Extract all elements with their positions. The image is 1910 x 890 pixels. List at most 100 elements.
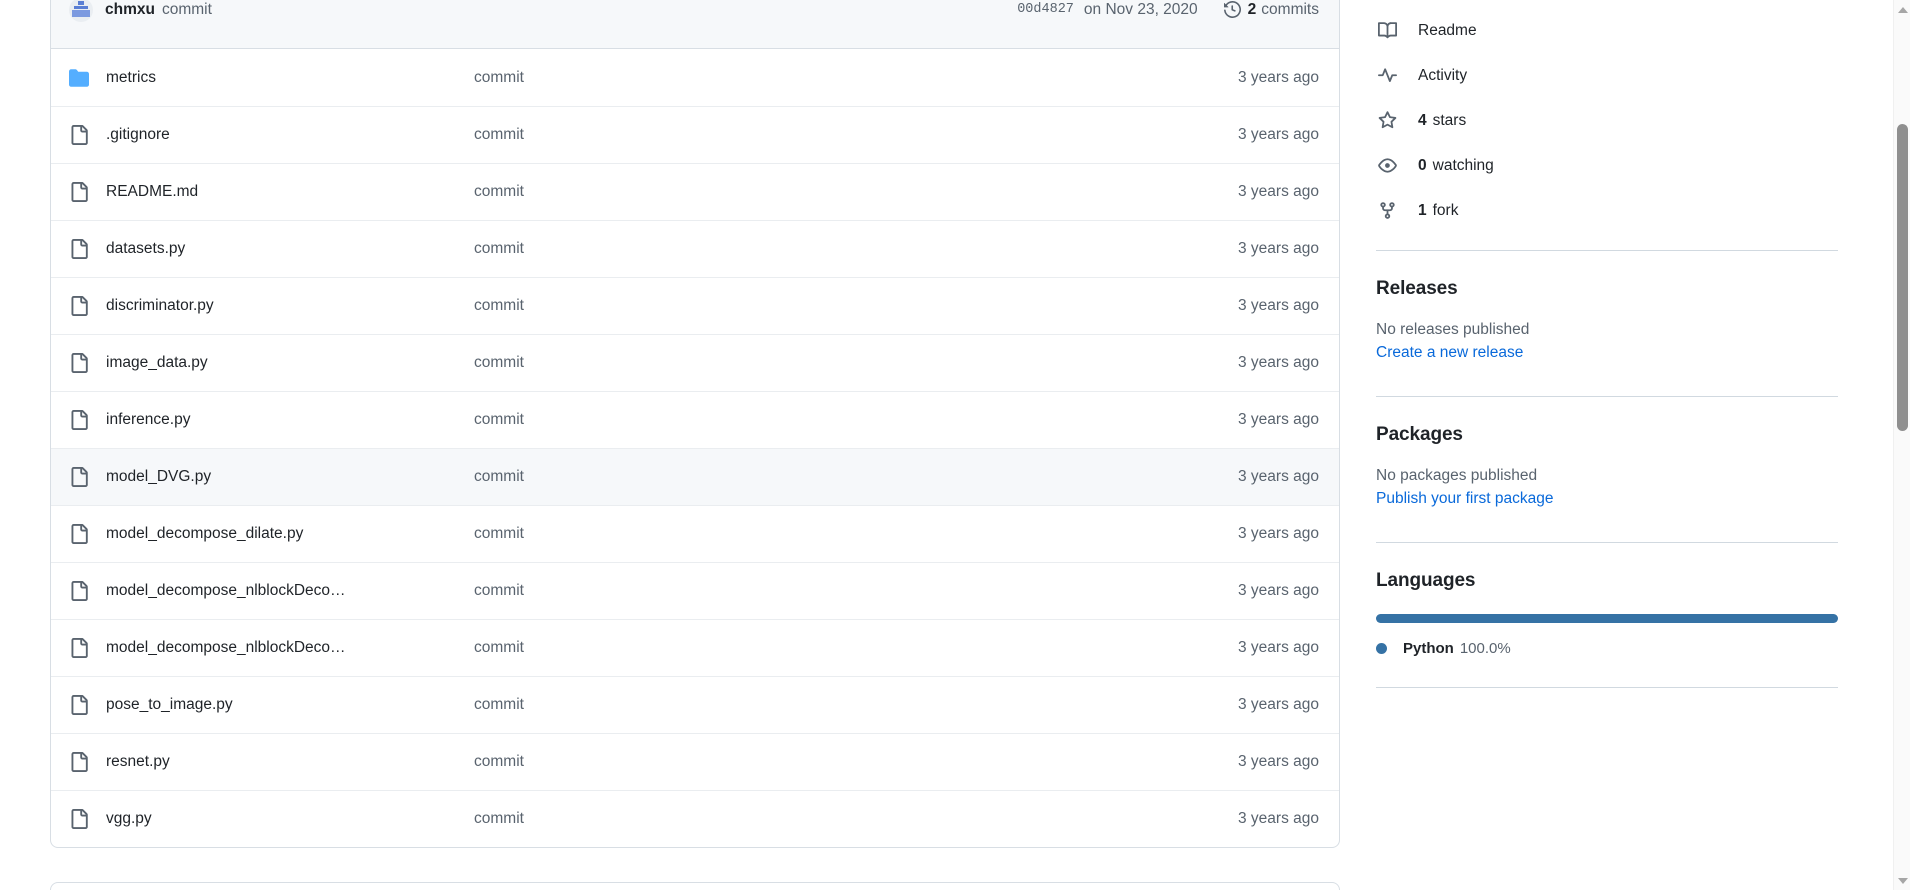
file-name-link[interactable]: inference.py (106, 411, 474, 429)
file-icon (69, 125, 89, 145)
sidebar-link-watching[interactable]: 0 watching (1376, 143, 1838, 188)
avatar[interactable] (69, 0, 93, 22)
file-name-link[interactable]: image_data.py (106, 354, 474, 372)
file-name-link[interactable]: model_decompose_nlblockDeco… (106, 639, 474, 657)
table-row[interactable]: resnet.py commit 3 years ago (51, 733, 1339, 790)
history-icon (1223, 1, 1241, 18)
sidebar-link-readme[interactable]: Readme (1376, 8, 1838, 53)
row-commit-message[interactable]: commit (474, 354, 1222, 372)
file-name-link[interactable]: model_decompose_nlblockDeco… (106, 582, 474, 600)
file-name-link[interactable]: datasets.py (106, 240, 474, 258)
sidebar-link-activity[interactable]: Activity (1376, 53, 1838, 98)
table-row[interactable]: datasets.py commit 3 years ago (51, 220, 1339, 277)
file-icon (69, 410, 89, 430)
row-commit-age: 3 years ago (1238, 753, 1319, 770)
row-commit-message[interactable]: commit (474, 468, 1222, 486)
file-icon (69, 467, 89, 487)
sidebar-links: Readme Activity 4 stars 0 watching 1 fork (1376, 0, 1838, 233)
language-color-dot (1376, 643, 1387, 654)
commit-meta: 00d4827 on Nov 23, 2020 2 commits (1017, 1, 1319, 19)
row-commit-message[interactable]: commit (474, 240, 1222, 258)
languages-title: Languages (1376, 570, 1476, 591)
row-commit-age: 3 years ago (1238, 411, 1319, 428)
table-row[interactable]: .gitignore commit 3 years ago (51, 106, 1339, 163)
languages-section: Languages Python 100.0% (1376, 570, 1838, 657)
table-row[interactable]: pose_to_image.py commit 3 years ago (51, 676, 1339, 733)
table-row[interactable]: image_data.py commit 3 years ago (51, 334, 1339, 391)
file-name-link[interactable]: resnet.py (106, 753, 474, 771)
commits-count-link[interactable]: 2 commits (1223, 0, 1319, 19)
publish-package-link[interactable]: Publish your first package (1376, 490, 1838, 508)
table-row[interactable]: model_DVG.py commit 3 years ago (51, 448, 1339, 505)
packages-empty-text: No packages published (1376, 467, 1538, 484)
table-row[interactable]: metrics commit 3 years ago (51, 49, 1339, 106)
language-bar (1376, 614, 1838, 623)
eye-icon (1376, 156, 1398, 175)
fork-icon (1376, 201, 1398, 220)
folder-name-link[interactable]: metrics (106, 69, 474, 87)
file-icon (69, 524, 89, 544)
row-commit-message[interactable]: commit (474, 582, 1222, 600)
scrollbar-thumb[interactable] (1897, 124, 1908, 431)
file-row-list: metrics commit 3 years ago .gitignore commit… (51, 49, 1339, 847)
file-name-link[interactable]: discriminator.py (106, 297, 474, 315)
file-name-link[interactable]: .gitignore (106, 126, 474, 144)
row-commit-age: 3 years ago (1238, 68, 1319, 86)
table-row[interactable]: inference.py commit 3 years ago (51, 391, 1339, 448)
row-commit-message[interactable]: commit (474, 753, 1222, 771)
commit-author[interactable]: chmxu (105, 1, 155, 19)
create-release-link[interactable]: Create a new release (1376, 344, 1838, 362)
pulse-icon (1376, 66, 1398, 85)
table-row[interactable]: vgg.py commit 3 years ago (51, 790, 1339, 847)
row-commit-age: 3 years ago (1238, 183, 1319, 200)
table-row[interactable]: discriminator.py commit 3 years ago (51, 277, 1339, 334)
latest-commit-header: chmxu commit 00d4827 on Nov 23, 2020 2 c… (51, 0, 1339, 49)
row-commit-message[interactable]: commit (474, 69, 1222, 87)
row-commit-message[interactable]: commit (474, 696, 1222, 714)
commit-date: on Nov 23, 2020 (1083, 0, 1198, 18)
packages-title: Packages (1376, 424, 1463, 445)
row-commit-message[interactable]: commit (474, 411, 1222, 429)
commit-sha[interactable]: 00d4827 (1017, 2, 1074, 17)
scroll-down-arrow-icon[interactable] (1894, 872, 1910, 889)
commits-count-label: commits (1261, 0, 1319, 18)
file-name-link[interactable]: vgg.py (106, 810, 474, 828)
table-row[interactable]: model_decompose_dilate.py commit 3 years a… (51, 505, 1339, 562)
row-commit-message[interactable]: commit (474, 810, 1222, 828)
row-commit-age: 3 years ago (1238, 297, 1319, 314)
language-list: Python 100.0% (1376, 640, 1838, 657)
table-row[interactable]: README.md commit 3 years ago (51, 163, 1339, 220)
folder-icon (69, 68, 89, 88)
file-name-link[interactable]: model_DVG.py (106, 468, 474, 486)
row-commit-message[interactable]: commit (474, 183, 1222, 201)
file-name-link[interactable]: README.md (106, 183, 474, 201)
sidebar-link-label: watching (1432, 156, 1494, 174)
sidebar-divider-2 (1376, 396, 1838, 397)
file-icon (69, 581, 89, 601)
language-bar-segment[interactable] (1376, 614, 1838, 623)
file-icon (69, 752, 89, 772)
sidebar-link-label: Readme (1418, 21, 1477, 39)
sidebar-divider-4 (1376, 687, 1838, 688)
row-commit-message[interactable]: commit (474, 639, 1222, 657)
star-icon (1376, 111, 1398, 130)
scroll-up-arrow-icon[interactable] (1894, 1, 1910, 18)
sidebar-link-stars[interactable]: 4 stars (1376, 98, 1838, 143)
row-commit-message[interactable]: commit (474, 525, 1222, 543)
sidebar-link-count: 0 (1418, 156, 1427, 174)
row-commit-message[interactable]: commit (474, 297, 1222, 315)
packages-section: Packages No packages published Publish y… (1376, 424, 1838, 508)
language-list-item[interactable]: Python 100.0% (1376, 640, 1838, 657)
row-commit-message[interactable]: commit (474, 126, 1222, 144)
page-scrollbar[interactable] (1893, 0, 1910, 890)
readme-panel (50, 882, 1340, 890)
releases-section: Releases No releases published Create a … (1376, 278, 1838, 362)
commit-message[interactable]: commit (162, 1, 212, 19)
sidebar-link-count: 1 (1418, 201, 1427, 219)
table-row[interactable]: model_decompose_nlblockDeco… commit 3 year… (51, 562, 1339, 619)
sidebar-link-fork[interactable]: 1 fork (1376, 188, 1838, 233)
row-commit-age: 3 years ago (1238, 639, 1319, 656)
table-row[interactable]: model_decompose_nlblockDeco… commit 3 year… (51, 619, 1339, 676)
file-name-link[interactable]: model_decompose_dilate.py (106, 525, 474, 543)
file-name-link[interactable]: pose_to_image.py (106, 696, 474, 714)
